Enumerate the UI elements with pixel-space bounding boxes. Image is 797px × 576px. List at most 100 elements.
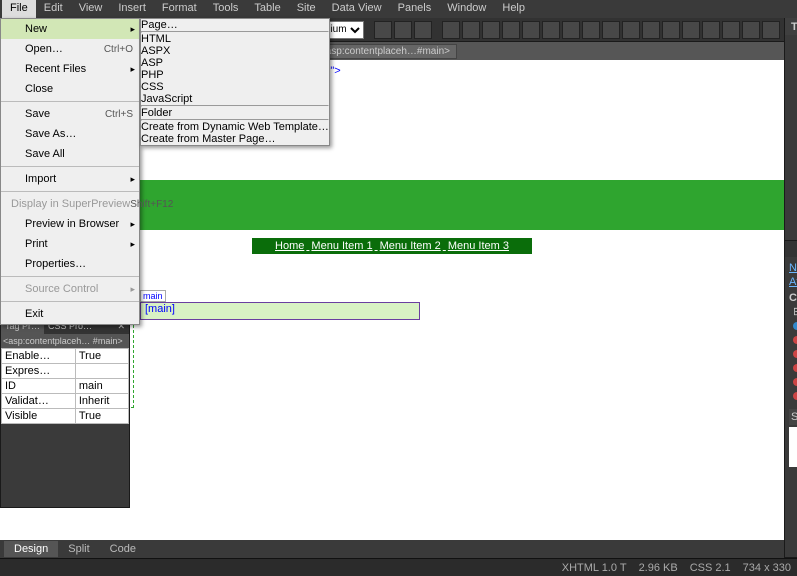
status-doctype: XHTML 1.0 T bbox=[562, 562, 627, 574]
file-menu-item[interactable]: Save As… bbox=[1, 124, 139, 144]
tree-node[interactable]: HTML bbox=[789, 37, 797, 51]
indent-button[interactable] bbox=[642, 21, 660, 39]
menu-panels[interactable]: Panels bbox=[390, 0, 440, 18]
nav-link[interactable]: Menu Item 2 bbox=[380, 240, 441, 252]
outdent-button[interactable] bbox=[622, 21, 640, 39]
new-submenu-item[interactable]: ASPX bbox=[141, 45, 329, 57]
align-left-button[interactable] bbox=[502, 21, 520, 39]
attach-stylesheet-link[interactable]: Attach Style Sheet… bbox=[789, 276, 797, 288]
file-menu-item[interactable]: Print bbox=[1, 234, 139, 254]
italic-button[interactable] bbox=[462, 21, 480, 39]
property-grid[interactable]: Enable…TrueExpres…IDmainValidat…InheritV… bbox=[1, 348, 129, 424]
new-submenu-item[interactable]: HTML bbox=[141, 33, 329, 45]
menu-table[interactable]: Table bbox=[246, 0, 288, 18]
nav-link[interactable]: Menu Item 1 bbox=[311, 240, 372, 252]
menu-file[interactable]: File bbox=[2, 0, 36, 18]
new-submenu-item[interactable]: ASP bbox=[141, 57, 329, 69]
placeholder-box[interactable]: [main] bbox=[140, 302, 420, 320]
css-rule[interactable]: #main-content bbox=[789, 389, 797, 403]
tree-node[interactable]: Validation bbox=[789, 224, 797, 238]
top-nav-menu: Home Menu Item 1 Menu Item 2 Menu Item 3 bbox=[252, 238, 532, 254]
css-rule[interactable]: #top-nav bbox=[789, 361, 797, 375]
content-placeholder[interactable]: main [main] bbox=[140, 290, 420, 320]
tree-node[interactable]: ASP.NET Controls bbox=[789, 93, 797, 107]
file-menu-item[interactable]: Import bbox=[1, 169, 139, 189]
list-button[interactable] bbox=[582, 21, 600, 39]
file-menu-item[interactable]: Recent Files bbox=[1, 59, 139, 79]
new-submenu: Page… HTMLASPXASPPHPCSSJavaScript Folder Cr… bbox=[140, 18, 330, 146]
menu-help[interactable]: Help bbox=[494, 0, 533, 18]
new-submenu-item[interactable]: Create from Dynamic Web Template… bbox=[141, 121, 329, 133]
view-tabs: Design Split Code bbox=[0, 540, 784, 558]
menu-view[interactable]: View bbox=[71, 0, 111, 18]
style-preview bbox=[789, 427, 797, 467]
menu-site[interactable]: Site bbox=[289, 0, 324, 18]
tab-design[interactable]: Design bbox=[4, 541, 58, 557]
css-styles-heading: CSS styles: bbox=[789, 292, 797, 304]
tag-crumb: <asp:contentplaceh… #main> bbox=[1, 334, 129, 348]
toolbox-panel: Toolbox ✕ HTMLTagsForm ControlsMediaASP.… bbox=[785, 18, 797, 241]
toolbar-button[interactable] bbox=[722, 21, 740, 39]
styles-panel: Apply Styles Manage Styles New Style… Op… bbox=[785, 241, 797, 558]
file-menu-item[interactable]: Open…Ctrl+O bbox=[1, 39, 139, 59]
css-rule[interactable]: #left-nav bbox=[789, 375, 797, 389]
tree-node[interactable]: Standard bbox=[789, 107, 797, 121]
file-menu-item: Display in SuperPreviewShift+F12 bbox=[1, 194, 139, 214]
file-menu-item[interactable]: Save All bbox=[1, 144, 139, 164]
breadcrumb-segment[interactable]: <asp:contentplaceh…#main> bbox=[313, 44, 457, 59]
bold-button[interactable] bbox=[442, 21, 460, 39]
list-button[interactable] bbox=[602, 21, 620, 39]
menu-format[interactable]: Format bbox=[154, 0, 205, 18]
tree-node[interactable]: Form Controls bbox=[789, 65, 797, 79]
new-submenu-item[interactable]: JavaScript bbox=[141, 93, 329, 105]
toolbar-button[interactable] bbox=[414, 21, 432, 39]
toolbar-button[interactable] bbox=[662, 21, 680, 39]
file-menu-item[interactable]: Exit bbox=[1, 304, 139, 324]
underline-button[interactable] bbox=[482, 21, 500, 39]
file-menu-item[interactable]: Properties… bbox=[1, 254, 139, 274]
toolbar-button[interactable] bbox=[702, 21, 720, 39]
toolbar-button[interactable] bbox=[742, 21, 760, 39]
tab-split[interactable]: Split bbox=[58, 541, 99, 557]
nav-link[interactable]: Menu Item 3 bbox=[448, 240, 509, 252]
file-menu-item: Source Control bbox=[1, 279, 139, 299]
align-right-button[interactable] bbox=[542, 21, 560, 39]
file-menu-item[interactable]: Close bbox=[1, 79, 139, 99]
new-submenu-item[interactable]: PHP bbox=[141, 69, 329, 81]
tag-properties-panel: Tag Pr… CSS Pro… ✕ <asp:contentplaceh… #… bbox=[0, 318, 130, 508]
menu-dataview[interactable]: Data View bbox=[324, 0, 390, 18]
new-style-link[interactable]: New Style… bbox=[789, 262, 797, 274]
menu-edit[interactable]: Edit bbox=[36, 0, 71, 18]
align-center-button[interactable] bbox=[522, 21, 540, 39]
toolbar-button[interactable] bbox=[374, 21, 392, 39]
file-menu-item[interactable]: New bbox=[1, 19, 139, 39]
css-rule[interactable]: #container bbox=[789, 333, 797, 347]
tab-apply-styles[interactable]: Apply Styles bbox=[785, 241, 797, 257]
align-justify-button[interactable] bbox=[562, 21, 580, 39]
menu-insert[interactable]: Insert bbox=[110, 0, 154, 18]
new-submenu-item[interactable]: Create from Master Page… bbox=[141, 133, 329, 145]
nav-link[interactable]: Home bbox=[275, 240, 304, 252]
tree-node[interactable]: Data bbox=[789, 121, 797, 135]
new-submenu-item[interactable]: CSS bbox=[141, 81, 329, 93]
toolbar-button[interactable] bbox=[394, 21, 412, 39]
menu-window[interactable]: Window bbox=[439, 0, 494, 18]
placeholder-tag: main bbox=[140, 290, 166, 302]
menubar: File Edit View Insert Format Tools Table… bbox=[0, 0, 797, 18]
status-dimensions: 734 x 330 bbox=[743, 562, 791, 574]
new-submenu-item[interactable]: Folder bbox=[141, 107, 329, 119]
menu-tools[interactable]: Tools bbox=[205, 0, 247, 18]
tree-node[interactable]: Tags bbox=[789, 51, 797, 65]
toolbox-title: Toolbox bbox=[791, 21, 797, 33]
tree-node[interactable]: Media bbox=[789, 79, 797, 93]
tab-code[interactable]: Code bbox=[100, 541, 146, 557]
css-file[interactable]: ⊟ sample.css bbox=[789, 304, 797, 319]
css-rule[interactable]: #header bbox=[789, 347, 797, 361]
css-rule[interactable]: body bbox=[789, 319, 797, 333]
file-menu-item[interactable]: Preview in Browser bbox=[1, 214, 139, 234]
toolbar-button[interactable] bbox=[682, 21, 700, 39]
new-submenu-item[interactable]: Page… bbox=[141, 19, 329, 31]
status-filesize: 2.96 KB bbox=[639, 562, 678, 574]
toolbar-button[interactable] bbox=[762, 21, 780, 39]
file-menu-item[interactable]: SaveCtrl+S bbox=[1, 104, 139, 124]
